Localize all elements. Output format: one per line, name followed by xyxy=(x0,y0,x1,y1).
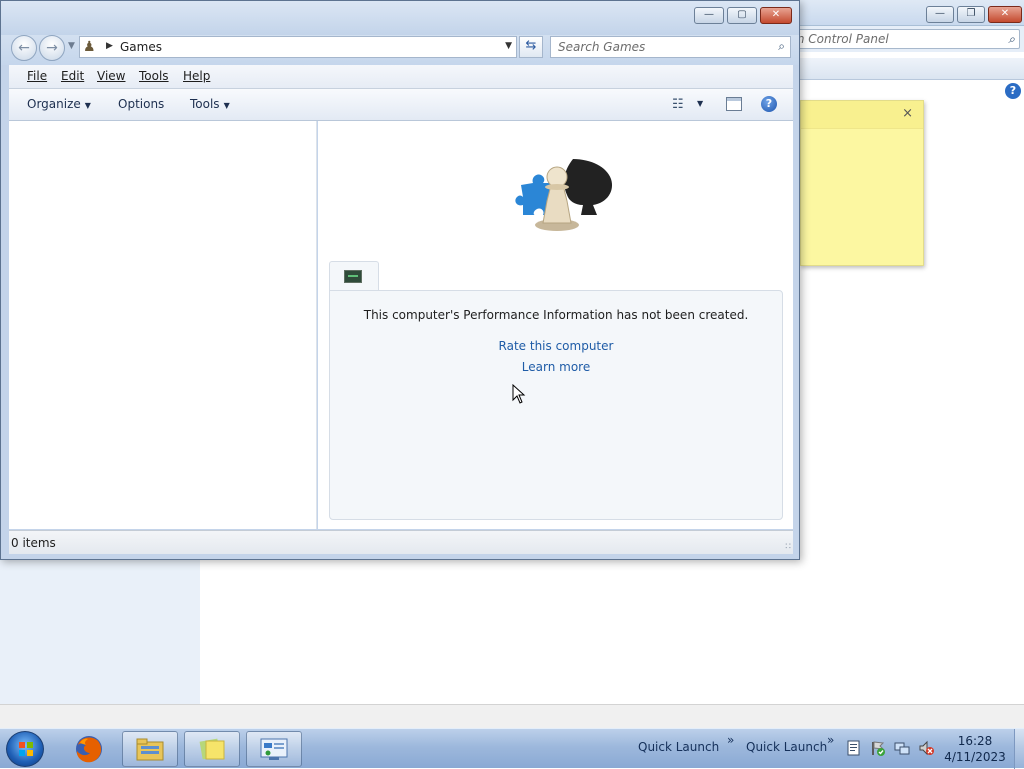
refresh-button[interactable]: ⇆ xyxy=(519,36,543,58)
performance-message: This computer's Performance Information … xyxy=(363,308,749,322)
menu-help-label: Help xyxy=(183,69,211,83)
menu-tools[interactable]: Tools xyxy=(139,69,169,83)
cp-command-bar xyxy=(780,58,1024,80)
navigation-pane[interactable] xyxy=(9,121,317,529)
search-icon: ⌕ xyxy=(1008,32,1015,46)
volume-muted-icon[interactable] xyxy=(918,740,934,756)
mouse-cursor-icon xyxy=(512,384,526,404)
maximize-button[interactable]: ▢ xyxy=(727,7,757,24)
back-button[interactable]: ← xyxy=(11,35,37,61)
recent-pages-dropdown-icon[interactable]: ▼ xyxy=(68,41,75,51)
menu-view[interactable]: View xyxy=(97,69,125,83)
start-button[interactable] xyxy=(6,731,44,767)
games-content-pane: This computer's Performance Information … xyxy=(318,121,793,529)
games-window: — ▢ ✕ ← → ▼ ♟ ▶ Games ▼ ⇆ Search Games ⌕… xyxy=(0,0,800,560)
menu-help[interactable]: Help xyxy=(183,69,210,83)
sticky-close-icon[interactable]: × xyxy=(902,106,913,121)
organize-label: Organize xyxy=(27,97,81,111)
learn-more-link-row: Learn more xyxy=(330,360,782,374)
show-desktop-button[interactable] xyxy=(1014,729,1024,769)
forward-arrow-icon: → xyxy=(46,40,58,56)
menu-file-label: File xyxy=(27,69,48,83)
performance-tab[interactable] xyxy=(329,261,379,291)
performance-panel: This computer's Performance Information … xyxy=(329,290,783,520)
folder-icon xyxy=(136,738,164,761)
sticky-note-header: × xyxy=(801,101,923,129)
menu-file[interactable]: File xyxy=(27,69,47,83)
taskbar-explorer-button[interactable] xyxy=(122,731,178,767)
notes-tray-icon[interactable] xyxy=(846,740,862,756)
resize-grip-icon[interactable]: ∷ xyxy=(785,542,791,552)
status-bar: 0 items ∷ xyxy=(9,530,793,554)
item-count: 0 items xyxy=(11,536,56,550)
control-panel-icon xyxy=(260,738,288,760)
quick-launch-chevron-icon[interactable]: » xyxy=(827,733,834,747)
refresh-icon: ⇆ xyxy=(525,38,537,53)
sticky-notes-icon xyxy=(199,738,225,760)
search-placeholder: Search Games xyxy=(558,40,646,54)
close-button[interactable]: ✕ xyxy=(760,7,792,24)
address-dropdown-icon[interactable]: ▼ xyxy=(505,41,512,51)
cp-close-button[interactable]: ✕ xyxy=(988,6,1022,23)
cp-minimize-button[interactable]: — xyxy=(926,6,954,23)
options-button[interactable]: Options xyxy=(118,97,164,111)
system-clock[interactable]: 16:28 4/11/2023 xyxy=(940,733,1010,765)
views-dropdown-icon[interactable]: ▼ xyxy=(697,99,703,108)
menu-view-label: View xyxy=(97,69,126,83)
taskbar: Quick Launch » Quick Launch » 16:28 4/11… xyxy=(0,728,1024,769)
breadcrumb-games[interactable]: Games xyxy=(120,40,162,54)
command-bar: Organize ▼ Options Tools ▼ ☷ ▼ ? xyxy=(9,89,793,121)
menu-edit-label: Edit xyxy=(61,69,85,83)
learn-more-link[interactable]: Learn more xyxy=(522,360,590,374)
dropdown-arrow-icon: ▼ xyxy=(84,101,91,110)
quick-launch-toolbar-1[interactable]: Quick Launch xyxy=(638,740,719,754)
organize-button[interactable]: Organize ▼ xyxy=(27,97,91,111)
taskbar-sticky-notes-button[interactable] xyxy=(184,731,240,767)
sticky-note[interactable]: × xyxy=(800,100,924,266)
views-icon[interactable]: ☷ xyxy=(672,97,684,112)
cp-search-input[interactable]: Search Control Panel ⌕ xyxy=(788,29,1020,49)
performance-monitor-icon xyxy=(344,270,362,283)
cp-help-icon[interactable]: ? xyxy=(1005,83,1021,99)
menu-bar: File Edit View Tools Help xyxy=(9,65,793,89)
tools-label: Tools xyxy=(190,97,220,111)
cp-restore-button[interactable]: ❐ xyxy=(957,6,985,23)
preview-pane-icon[interactable] xyxy=(726,97,742,111)
menu-edit[interactable]: Edit xyxy=(61,69,84,83)
clock-time: 16:28 xyxy=(957,734,993,748)
breadcrumb-arrow-icon[interactable]: ▶ xyxy=(106,41,113,51)
clock-date: 4/11/2023 xyxy=(944,750,1006,764)
action-center-flag-icon[interactable] xyxy=(870,740,886,756)
cp-status-strip xyxy=(0,704,1024,728)
games-titlebar: — ▢ ✕ xyxy=(1,1,799,35)
quick-launch-toolbar-2[interactable]: Quick Launch xyxy=(746,740,827,754)
games-folder-icon: ♟ xyxy=(83,39,96,55)
minimize-button[interactable]: — xyxy=(694,7,724,24)
tools-button[interactable]: Tools ▼ xyxy=(190,97,230,111)
cp-navigation-pane xyxy=(0,558,200,706)
cp-search-placeholder: Search Control Panel xyxy=(789,32,889,46)
taskbar-control-panel-button[interactable] xyxy=(246,731,302,767)
rate-computer-link-row: Rate this computer xyxy=(330,339,782,353)
search-icon[interactable]: ⌕ xyxy=(778,39,785,54)
forward-button[interactable]: → xyxy=(39,35,65,61)
rate-computer-link[interactable]: Rate this computer xyxy=(499,339,614,353)
windows-logo-icon xyxy=(19,742,33,756)
control-panel-titlebar: — ❐ ✕ xyxy=(780,0,1024,26)
search-input[interactable]: Search Games ⌕ xyxy=(550,36,791,58)
network-icon[interactable] xyxy=(894,740,910,756)
help-icon[interactable]: ? xyxy=(761,96,777,112)
games-logo-icon xyxy=(515,159,613,231)
quick-launch-chevron-icon[interactable]: » xyxy=(727,733,734,747)
dropdown-arrow-icon: ▼ xyxy=(223,101,230,110)
address-input[interactable]: ♟ ▶ Games ▼ xyxy=(79,36,517,58)
back-arrow-icon: ← xyxy=(18,40,30,56)
menu-tools-label: Tools xyxy=(139,69,169,83)
firefox-icon[interactable] xyxy=(72,733,106,765)
